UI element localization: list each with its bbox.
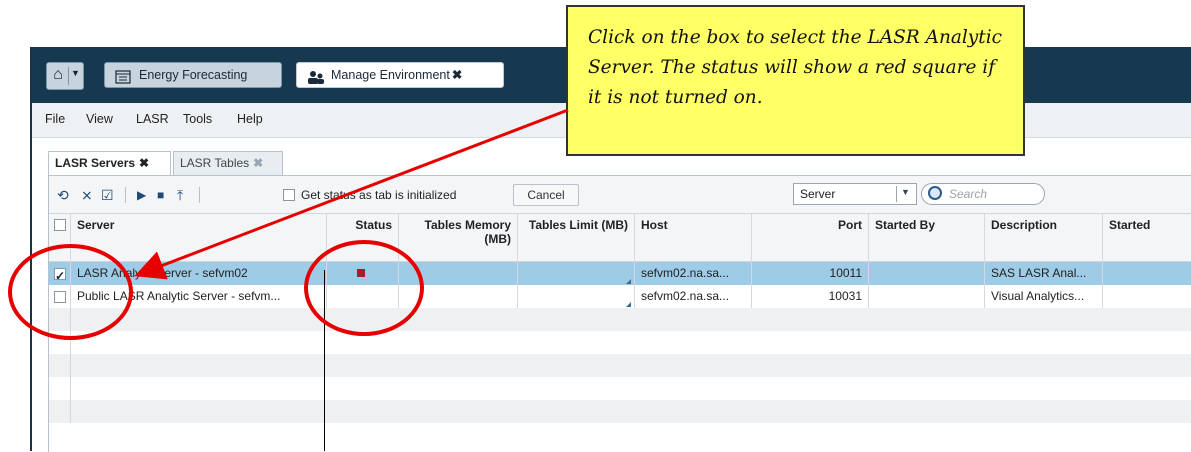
- annotation-arrow: [134, 108, 569, 280]
- annotation-ring-status: [304, 240, 424, 336]
- annotation-ring-checkbox: [8, 244, 133, 340]
